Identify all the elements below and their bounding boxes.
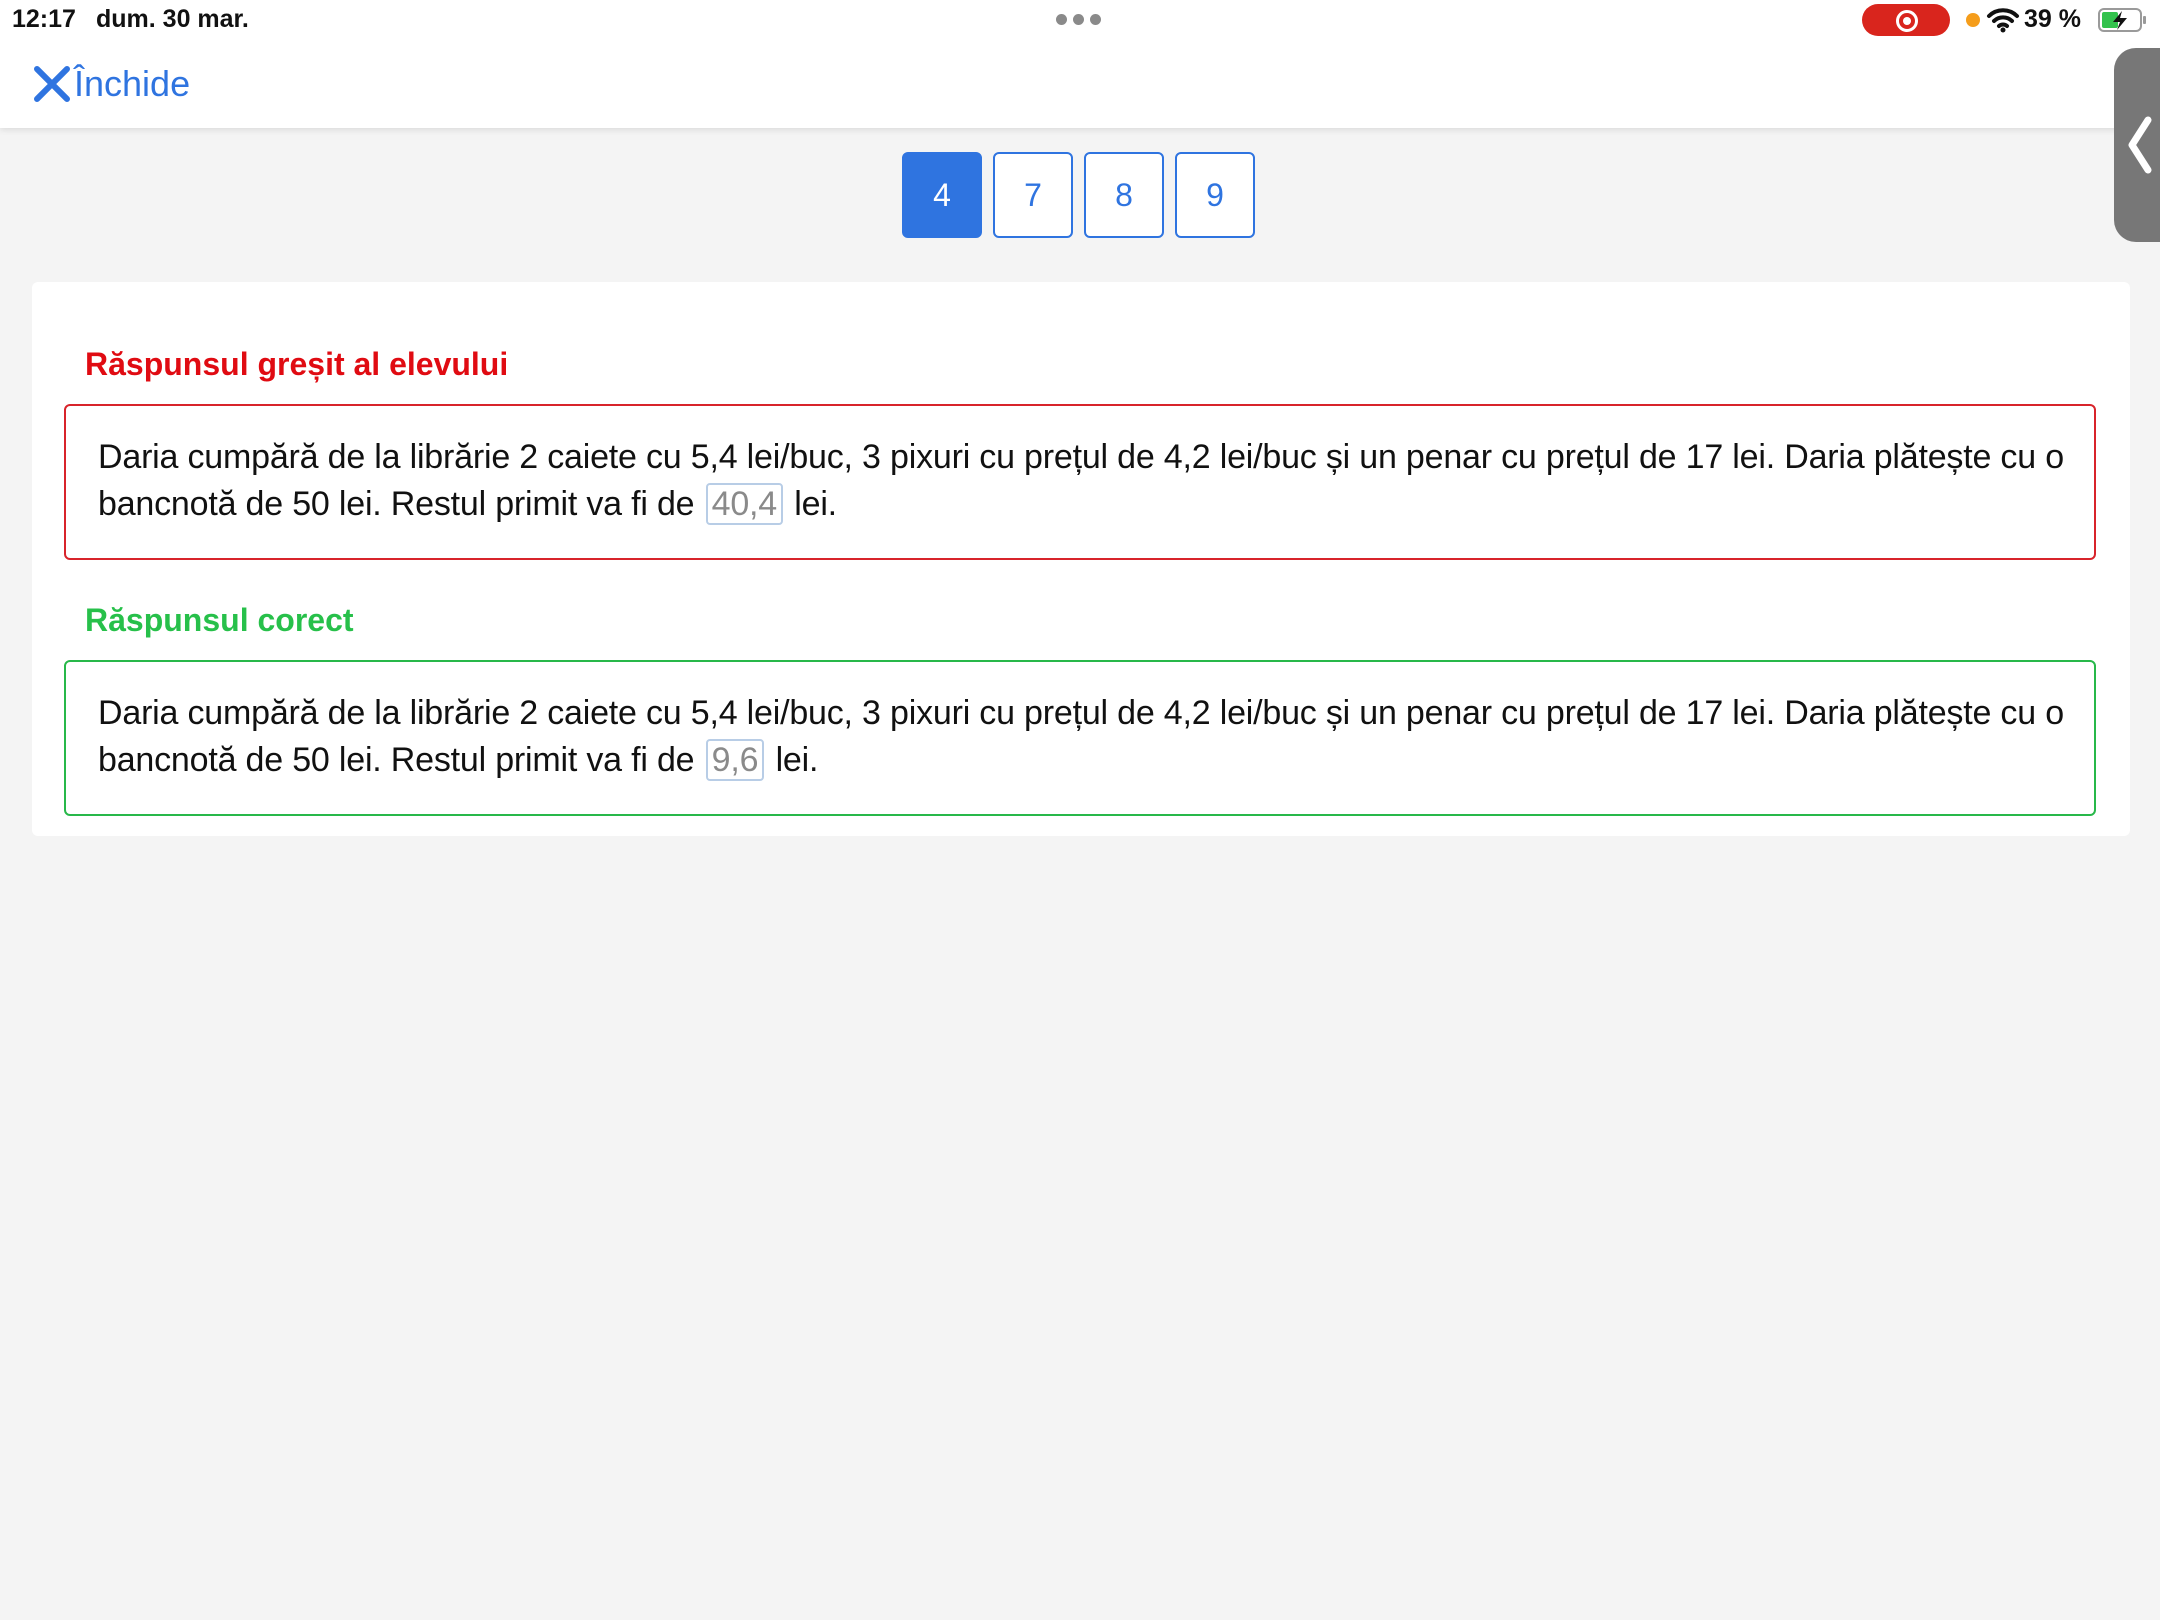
- page-button-9[interactable]: 9: [1175, 152, 1255, 238]
- wifi-icon: [1987, 8, 2019, 33]
- page-button-7[interactable]: 7: [993, 152, 1073, 238]
- correct-answer-unit: lei.: [775, 741, 819, 779]
- record-icon: [1896, 10, 1918, 32]
- correct-answer-box: Daria cumpără de la librărie 2 caiete cu…: [64, 660, 2096, 816]
- wrong-answer-box: Daria cumpără de la librărie 2 caiete cu…: [64, 404, 2096, 560]
- battery-charging-icon: [2098, 8, 2146, 32]
- correct-answer-title: Răspunsul corect: [85, 602, 354, 638]
- correct-answer-text: Daria cumpără de la librărie 2 caiete cu…: [98, 690, 2064, 784]
- close-icon: [34, 66, 70, 102]
- microphone-in-use-dot-icon: [1966, 13, 1980, 27]
- wrong-answer-value: 40,4: [705, 483, 784, 525]
- page-button-4[interactable]: 4: [902, 152, 982, 238]
- page-button-8[interactable]: 8: [1084, 152, 1164, 238]
- status-date: dum. 30 mar.: [96, 5, 249, 33]
- correct-answer-value: 9,6: [705, 739, 765, 781]
- wrong-answer-text: Daria cumpără de la librărie 2 caiete cu…: [98, 434, 2064, 528]
- status-time: 12:17: [12, 5, 76, 33]
- battery-percentage: 39 %: [2024, 5, 2081, 33]
- wrong-answer-question: Daria cumpără de la librărie 2 caiete cu…: [98, 438, 2064, 523]
- chevron-left-icon: [2128, 116, 2152, 174]
- status-bar: 12:17 dum. 30 mar. 39 %: [0, 0, 2160, 40]
- wrong-answer-unit: lei.: [794, 485, 837, 523]
- question-pager: 4 7 8 9: [902, 152, 1266, 242]
- close-label: Închide: [74, 63, 191, 104]
- top-navigation-bar: Închide: [0, 40, 2160, 128]
- close-button[interactable]: Închide: [32, 62, 190, 106]
- correct-answer-question: Daria cumpără de la librărie 2 caiete cu…: [98, 694, 2064, 779]
- side-panel-handle[interactable]: [2114, 48, 2160, 242]
- screen-recording-indicator[interactable]: [1862, 4, 1950, 36]
- multitasking-dots-icon[interactable]: [1056, 14, 1102, 26]
- wrong-answer-title: Răspunsul greșit al elevului: [85, 346, 509, 382]
